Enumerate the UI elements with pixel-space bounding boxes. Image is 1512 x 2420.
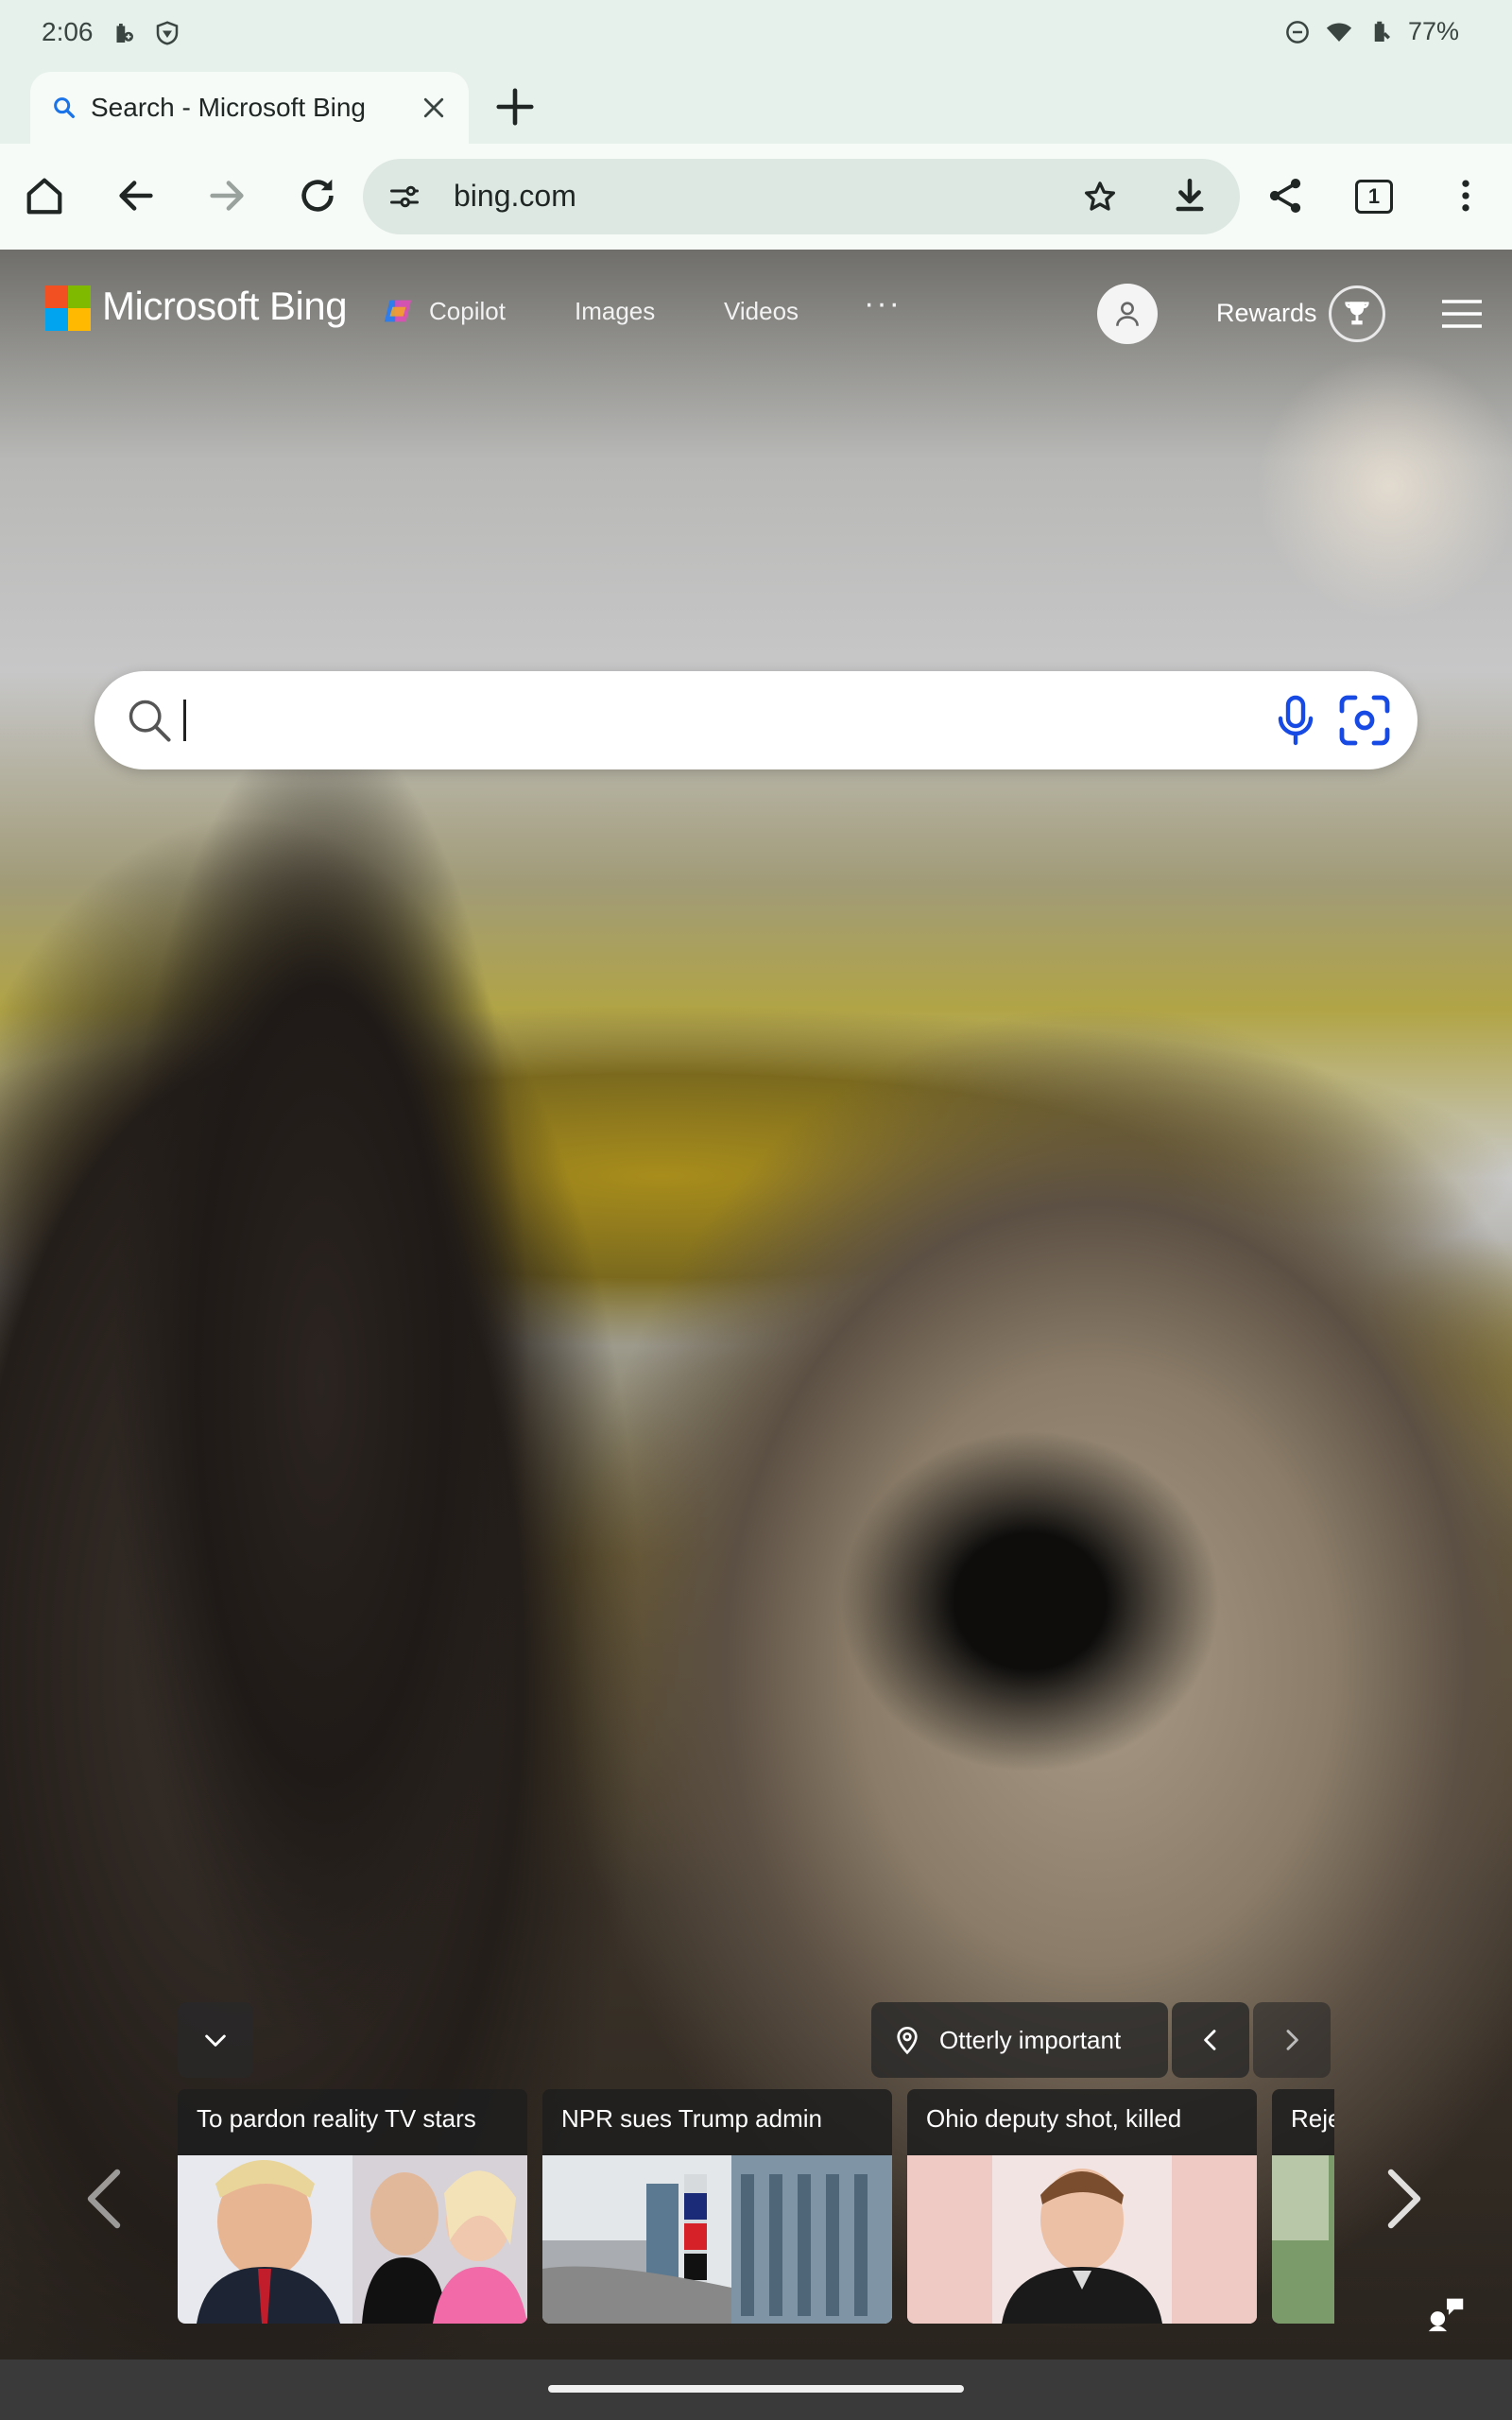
news-card[interactable]: Ohio deputy shot, killed xyxy=(907,2089,1257,2324)
microphone-icon[interactable] xyxy=(1272,694,1319,747)
next-image-button[interactable] xyxy=(1253,2002,1331,2078)
do-not-disturb-icon xyxy=(1286,20,1309,43)
trophy-icon xyxy=(1345,302,1369,325)
forward-icon xyxy=(210,181,244,211)
news-thumbnail xyxy=(907,2155,1257,2324)
new-tab-icon[interactable] xyxy=(493,85,537,129)
visual-search-icon[interactable] xyxy=(1336,692,1393,749)
forward-button[interactable] xyxy=(201,170,252,221)
chevron-right-icon xyxy=(1286,2030,1298,2050)
search-icon xyxy=(129,700,171,742)
bing-homepage: Microsoft Bing Copilot Images Videos ···… xyxy=(0,250,1512,2360)
status-time: 2:06 xyxy=(42,17,94,46)
hamburger-menu-icon[interactable] xyxy=(1442,299,1482,329)
close-tab-icon[interactable] xyxy=(420,94,448,122)
location-pin-icon xyxy=(897,2027,918,2055)
bing-header: Microsoft Bing Copilot Images Videos ···… xyxy=(0,250,1512,376)
status-bar: 2:06 77% xyxy=(0,0,1512,68)
url-text[interactable]: bing.com xyxy=(454,179,576,214)
news-carousel: To pardon reality TV stars NPR sues Trum… xyxy=(178,2089,1334,2324)
brand-name[interactable]: Microsoft Bing xyxy=(102,284,348,329)
rewards-label[interactable]: Rewards xyxy=(1216,299,1317,328)
search-input[interactable] xyxy=(193,692,1298,749)
news-thumbnail xyxy=(542,2155,892,2324)
site-settings-icon[interactable] xyxy=(387,180,421,214)
news-title: NPR sues Trump admin xyxy=(561,2104,822,2133)
nav-copilot[interactable]: Copilot xyxy=(429,297,506,326)
previous-image-button[interactable] xyxy=(1172,2002,1249,2078)
battery-percent: 77% xyxy=(1407,17,1459,45)
tab-switcher-icon[interactable]: 1 xyxy=(1355,180,1393,214)
logo-red xyxy=(45,285,68,308)
battery-saver-icon xyxy=(116,24,133,43)
address-bar[interactable]: bing.com xyxy=(363,159,1240,234)
image-title: Otterly important xyxy=(939,2025,1122,2054)
news-title: To pardon reality TV stars xyxy=(197,2104,476,2133)
home-gesture-handle[interactable] xyxy=(548,2385,964,2393)
tab-search-favicon-icon xyxy=(54,97,75,118)
status-right: 77% xyxy=(1283,17,1459,46)
news-card[interactable]: Reje xyxy=(1272,2089,1334,2324)
carousel-prev-icon[interactable] xyxy=(85,2169,123,2229)
carousel-next-icon[interactable] xyxy=(1385,2169,1423,2229)
share-icon xyxy=(1269,179,1301,213)
rewards-trophy-icon[interactable] xyxy=(1329,285,1385,342)
home-icon xyxy=(26,178,62,215)
news-title: Reje xyxy=(1291,2104,1334,2133)
vpn-shield-icon xyxy=(156,21,179,45)
nav-images[interactable]: Images xyxy=(575,297,655,326)
browser-toolbar: bing.com 1 xyxy=(0,144,1512,250)
wifi-icon xyxy=(1326,22,1352,42)
nav-videos[interactable]: Videos xyxy=(724,297,799,326)
battery-icon xyxy=(1374,21,1390,42)
back-button[interactable] xyxy=(111,170,162,221)
reload-button[interactable] xyxy=(292,170,343,221)
more-vert-icon xyxy=(1462,180,1469,212)
download-icon[interactable] xyxy=(1170,176,1210,216)
avatar[interactable] xyxy=(1097,284,1158,344)
tab-bing[interactable]: Search - Microsoft Bing xyxy=(30,72,469,144)
news-card[interactable]: To pardon reality TV stars xyxy=(178,2089,527,2324)
share-button[interactable] xyxy=(1260,170,1311,221)
collapse-button[interactable] xyxy=(178,2002,253,2078)
image-info-button[interactable]: Otterly important xyxy=(871,2002,1168,2078)
search-box[interactable] xyxy=(94,671,1418,769)
tab-title: Search - Microsoft Bing xyxy=(91,93,366,122)
news-card[interactable]: NPR sues Trump admin xyxy=(542,2089,892,2324)
chevron-down-icon xyxy=(205,2034,226,2047)
news-thumbnail xyxy=(1272,2155,1334,2324)
back-icon xyxy=(119,181,153,211)
reload-icon xyxy=(301,179,334,212)
nav-more[interactable]: ··· xyxy=(864,285,902,322)
text-caret xyxy=(183,700,186,741)
logo-green xyxy=(68,285,91,308)
more-menu-button[interactable] xyxy=(1440,170,1491,221)
user-icon xyxy=(1116,302,1139,326)
star-icon[interactable] xyxy=(1081,178,1119,216)
home-button[interactable] xyxy=(19,170,70,221)
news-title: Ohio deputy shot, killed xyxy=(926,2104,1182,2133)
feedback-icon[interactable] xyxy=(1425,2291,1469,2335)
microsoft-logo-icon[interactable] xyxy=(45,285,91,331)
chevron-left-icon xyxy=(1204,2030,1216,2050)
news-thumbnail xyxy=(178,2155,527,2324)
status-left-icons xyxy=(110,19,181,47)
logo-yellow xyxy=(68,308,91,331)
system-navigation-bar xyxy=(0,2360,1512,2420)
logo-blue xyxy=(45,308,68,331)
tab-strip: Search - Microsoft Bing xyxy=(0,68,1512,144)
copilot-icon[interactable] xyxy=(382,295,414,327)
